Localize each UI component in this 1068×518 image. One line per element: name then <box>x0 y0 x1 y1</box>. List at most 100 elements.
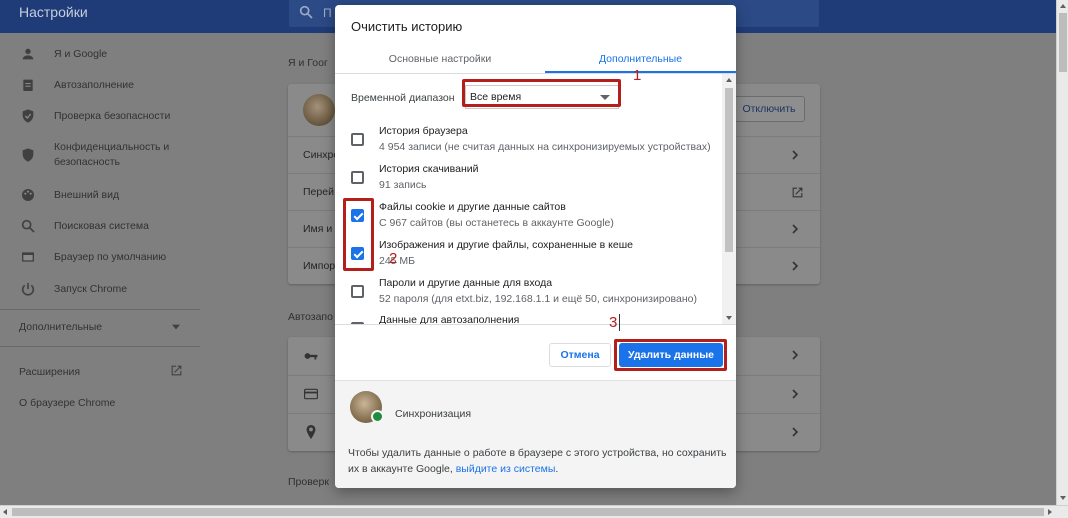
sidebar-divider <box>0 346 200 347</box>
search-placeholder: П <box>323 6 332 20</box>
chevron-right-icon <box>792 261 799 271</box>
scroll-up-arrow[interactable] <box>726 78 732 82</box>
sidebar-divider <box>0 309 200 310</box>
clipboard-icon <box>23 79 33 91</box>
sidebar-item-label: Конфиденциальность и безопасность <box>54 141 170 168</box>
option-title: Данные для автозаполнения <box>379 314 520 324</box>
option-description: С 967 сайтов (вы останетесь в аккаунте G… <box>379 217 614 229</box>
scroll-left-arrow[interactable] <box>3 509 7 515</box>
person-icon <box>22 48 34 60</box>
sidebar-extensions[interactable]: Расширения <box>19 366 80 378</box>
sidebar-item-appearance[interactable]: Внешний вид <box>0 180 200 210</box>
scrollbar-thumb[interactable] <box>12 508 1044 516</box>
option-cookies[interactable]: Файлы cookie и другие данные сайтов С 96… <box>335 198 722 236</box>
chevron-right-icon <box>792 224 799 234</box>
sidebar-item-label: Браузер по умолчанию <box>54 250 167 263</box>
row-label: Имя и <box>303 223 333 235</box>
sidebar-item-startup[interactable]: Запуск Chrome <box>0 274 200 304</box>
credit-card-icon <box>304 388 318 400</box>
option-title: Изображения и другие файлы, сохраненные … <box>379 239 633 251</box>
power-icon <box>21 283 35 296</box>
search-icon <box>21 219 35 233</box>
option-title: История скачиваний <box>379 163 479 175</box>
option-autofill-data[interactable]: Данные для автозаполнения <box>335 311 722 324</box>
option-description: 91 запись <box>379 179 427 191</box>
tab-basic-settings[interactable]: Основные настройки <box>335 45 545 73</box>
section-me-google: Я и Гоог <box>288 57 328 69</box>
row-label: Перей <box>303 186 334 198</box>
page-vertical-scrollbar[interactable] <box>1056 0 1068 505</box>
scroll-right-arrow[interactable] <box>1048 509 1052 515</box>
sidebar-item-safety-check[interactable]: Проверка безопасности <box>0 101 200 131</box>
location-pin-icon <box>306 425 316 439</box>
sign-out-link[interactable]: выйдите из системы <box>456 463 556 475</box>
option-passwords[interactable]: Пароли и другие данные для входа 52 паро… <box>335 274 722 312</box>
dialog-options-list: Временной диапазон Все время История бра… <box>335 74 722 324</box>
sidebar-item-search-engine[interactable]: Поисковая система <box>0 211 200 241</box>
sync-label: Синхронизация <box>395 408 472 420</box>
sidebar-item-label: Поисковая система <box>54 219 149 232</box>
chevron-down-icon[interactable] <box>172 324 180 330</box>
section-autofill: Автозапо <box>288 311 333 323</box>
annotation-box-checkboxes <box>343 198 374 271</box>
dialog-scrollbar[interactable] <box>722 74 736 324</box>
chevron-right-icon <box>792 389 799 399</box>
shield-check-icon <box>22 109 34 123</box>
cancel-button[interactable]: Отмена <box>549 343 611 367</box>
row-label: Импор <box>303 260 336 272</box>
footer-note: Чтобы удалить данные о работе в браузере… <box>348 445 728 477</box>
palette-icon <box>22 189 34 201</box>
annotation-number-3: 3 <box>609 314 618 331</box>
checkbox[interactable] <box>351 285 364 298</box>
checkbox[interactable] <box>351 171 364 184</box>
sidebar-about-chrome[interactable]: О браузере Chrome <box>19 397 115 409</box>
option-title: История браузера <box>379 125 468 137</box>
open-external-icon[interactable] <box>170 364 183 377</box>
sidebar-advanced[interactable]: Дополнительные <box>19 321 102 333</box>
sidebar-item-default-browser[interactable]: Браузер по умолчанию <box>0 242 200 272</box>
sidebar-item-label: Внешний вид <box>54 188 120 201</box>
page-horizontal-scrollbar[interactable] <box>0 505 1068 518</box>
option-download-history[interactable]: История скачиваний 91 запись <box>335 160 722 198</box>
option-browsing-history[interactable]: История браузера 4 954 записи (не считая… <box>335 122 722 160</box>
browser-icon <box>22 252 34 262</box>
annotation-box-time-range <box>462 79 621 107</box>
search-icon <box>299 5 313 19</box>
open-external-icon <box>792 187 803 198</box>
option-description: 52 пароля (для etxt.biz, 192.168.1.1 и е… <box>379 293 697 305</box>
avatar <box>303 94 335 126</box>
sidebar-item-label: Я и Google <box>54 47 108 60</box>
scroll-down-arrow[interactable] <box>726 316 732 320</box>
settings-sidebar: Я и Google Автозаполнение Проверка безоп… <box>0 33 200 503</box>
sidebar-item-autofill[interactable]: Автозаполнение <box>0 70 200 100</box>
section-safety-check: Проверк <box>288 476 329 488</box>
row-label: Синхро <box>303 149 340 161</box>
dialog-footer: Синхронизация Чтобы удалить данные о раб… <box>335 380 736 488</box>
dialog-title: Очистить историю <box>351 19 463 34</box>
scrollbar-thumb[interactable] <box>725 88 733 252</box>
sidebar-item-label: Проверка безопасности <box>54 109 171 122</box>
option-description: 4 954 записи (не считая данных на синхро… <box>379 141 711 153</box>
checkbox[interactable] <box>351 133 364 146</box>
scrollbar-thumb[interactable] <box>1059 13 1067 72</box>
clear-history-dialog: Очистить историю Основные настройки Допо… <box>335 5 736 488</box>
chevron-right-icon <box>792 427 799 437</box>
text-cursor <box>619 314 620 331</box>
sidebar-item-privacy[interactable]: Конфиденциальность и безопасность <box>0 133 200 177</box>
chevron-right-icon <box>792 150 799 160</box>
sidebar-item-label: Запуск Chrome <box>54 282 128 295</box>
annotation-box-delete-button <box>614 339 727 371</box>
sidebar-item-label: Автозаполнение <box>54 78 134 91</box>
disconnect-button[interactable]: Отключить <box>733 96 805 122</box>
shield-icon <box>22 148 34 162</box>
annotation-number-2: 2 <box>389 250 398 267</box>
sidebar-item-me-google[interactable]: Я и Google <box>0 39 200 69</box>
time-range-label: Временной диапазон <box>351 92 455 104</box>
sync-icon <box>371 410 384 423</box>
scroll-up-arrow[interactable] <box>1060 4 1066 8</box>
dialog-divider <box>335 324 736 325</box>
chevron-right-icon <box>792 350 799 360</box>
footer-end: . <box>555 463 559 475</box>
option-title: Файлы cookie и другие данные сайтов <box>379 201 566 213</box>
scroll-down-arrow[interactable] <box>1060 496 1066 500</box>
